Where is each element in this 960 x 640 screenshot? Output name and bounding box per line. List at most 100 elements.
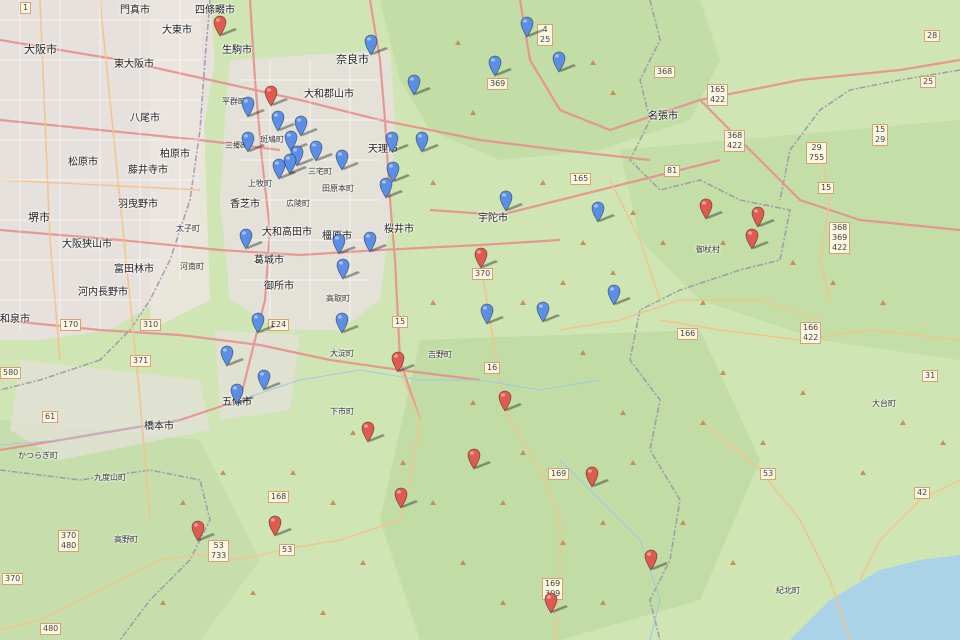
label-katsuragicho: かつらぎ町 xyxy=(18,451,58,460)
route-shield: 1 xyxy=(20,2,32,14)
label-oyodo: 大淀町 xyxy=(330,349,354,358)
map-marker-blue-icon[interactable] xyxy=(363,230,389,262)
map-marker-red-icon[interactable] xyxy=(498,389,524,421)
route-shield: 368 422 xyxy=(724,130,746,152)
route-shield: 42 xyxy=(914,487,931,499)
label-nabari: 名張市 xyxy=(648,111,678,122)
route-shield: 169 xyxy=(548,468,570,480)
map-marker-blue-icon[interactable] xyxy=(385,130,411,162)
map-marker-blue-icon[interactable] xyxy=(520,15,546,47)
peak-icon xyxy=(400,460,406,465)
route-shield: 25 xyxy=(920,76,937,88)
peak-icon xyxy=(560,540,566,545)
map-marker-red-icon[interactable] xyxy=(361,420,387,452)
label-mitsue: 御杖村 xyxy=(696,245,720,254)
map-viewport[interactable]: 門真市 四條畷市 大東市 大阪市 生駒市 奈良市 東大阪市 大和郡山市 平群町 … xyxy=(0,0,960,640)
peak-icon xyxy=(460,560,466,565)
peak-icon xyxy=(430,300,436,305)
route-shield: 368 369 422 xyxy=(829,222,851,254)
label-fujiidera: 藤井寺市 xyxy=(128,165,168,176)
map-marker-blue-icon[interactable] xyxy=(488,54,514,86)
peak-icon xyxy=(680,520,686,525)
route-shield: 368 xyxy=(654,66,676,78)
map-marker-red-icon[interactable] xyxy=(394,486,420,518)
route-shield: 371 xyxy=(130,355,152,367)
map-marker-blue-icon[interactable] xyxy=(591,200,617,232)
map-marker-blue-icon[interactable] xyxy=(272,157,298,189)
map-marker-blue-icon[interactable] xyxy=(220,344,246,376)
label-kanan: 河南町 xyxy=(180,262,204,271)
map-marker-red-icon[interactable] xyxy=(467,447,493,479)
peak-icon xyxy=(430,180,436,185)
peak-icon xyxy=(430,500,436,505)
route-shield: 29 755 xyxy=(806,142,828,164)
label-kowai: 広陵町 xyxy=(286,199,310,208)
route-shield: 53 xyxy=(760,468,777,480)
route-shield: 81 xyxy=(664,165,681,177)
peak-icon xyxy=(520,300,526,305)
peak-icon xyxy=(350,430,356,435)
map-marker-blue-icon[interactable] xyxy=(241,130,267,162)
peak-icon xyxy=(455,40,461,45)
map-marker-blue-icon[interactable] xyxy=(552,50,578,82)
label-kashiba: 香芝市 xyxy=(230,199,260,210)
route-shield: 15 xyxy=(392,316,409,328)
map-marker-blue-icon[interactable] xyxy=(257,368,283,400)
map-marker-blue-icon[interactable] xyxy=(309,139,335,171)
map-marker-blue-icon[interactable] xyxy=(335,148,361,180)
label-kudoyama: 九度山町 xyxy=(94,473,126,482)
peak-icon xyxy=(500,600,506,605)
map-marker-blue-icon[interactable] xyxy=(241,95,267,127)
peak-icon xyxy=(520,450,526,455)
map-marker-red-icon[interactable] xyxy=(644,548,670,580)
peak-icon xyxy=(610,270,616,275)
map-marker-blue-icon[interactable] xyxy=(230,382,256,414)
map-marker-red-icon[interactable] xyxy=(699,197,725,229)
route-shield: 166 422 xyxy=(800,322,822,344)
map-marker-blue-icon[interactable] xyxy=(480,302,506,334)
map-marker-blue-icon[interactable] xyxy=(251,311,277,343)
peak-icon xyxy=(290,470,296,475)
map-marker-blue-icon[interactable] xyxy=(364,33,390,65)
map-marker-blue-icon[interactable] xyxy=(499,189,525,221)
label-yoshino: 吉野町 xyxy=(428,350,452,359)
map-marker-red-icon[interactable] xyxy=(585,465,611,497)
map-marker-blue-icon[interactable] xyxy=(335,311,361,343)
label-ikoma: 生駒市 xyxy=(222,45,252,56)
label-osaka: 大阪市 xyxy=(24,43,57,56)
route-shield: 370 480 xyxy=(58,530,80,552)
map-marker-red-icon[interactable] xyxy=(391,350,417,382)
map-marker-blue-icon[interactable] xyxy=(379,176,405,208)
map-marker-red-icon[interactable] xyxy=(213,14,239,46)
route-shield: 170 xyxy=(60,319,82,331)
peak-icon xyxy=(880,300,886,305)
peak-icon xyxy=(860,470,866,475)
route-shield: 580 xyxy=(0,367,22,379)
label-habikino: 羽曳野市 xyxy=(118,199,158,210)
map-marker-blue-icon[interactable] xyxy=(415,130,441,162)
map-marker-red-icon[interactable] xyxy=(191,519,217,551)
map-marker-red-icon[interactable] xyxy=(745,227,771,259)
label-kihoku: 紀北町 xyxy=(776,586,800,595)
map-marker-red-icon[interactable] xyxy=(474,246,500,278)
label-yamatotakada: 大和高田市 xyxy=(262,227,312,238)
label-tawaramoto: 田原本町 xyxy=(322,184,354,193)
map-marker-blue-icon[interactable] xyxy=(336,257,362,289)
peak-icon xyxy=(220,470,226,475)
route-shield: 166 xyxy=(677,328,699,340)
peak-icon xyxy=(360,560,366,565)
peak-icon xyxy=(330,500,336,505)
peak-icon xyxy=(610,90,616,95)
map-marker-red-icon[interactable] xyxy=(268,514,294,546)
label-higashiosaka: 東大阪市 xyxy=(114,59,154,70)
label-kashiwara: 柏原市 xyxy=(160,149,190,160)
map-marker-red-icon[interactable] xyxy=(544,591,570,623)
map-marker-blue-icon[interactable] xyxy=(407,73,433,105)
map-marker-blue-icon[interactable] xyxy=(607,283,633,315)
peak-icon xyxy=(250,590,256,595)
map-marker-blue-icon[interactable] xyxy=(239,227,265,259)
map-marker-blue-icon[interactable] xyxy=(536,300,562,332)
label-tondabayashi: 富田林市 xyxy=(114,264,154,275)
label-gose: 御所市 xyxy=(264,281,294,292)
peak-icon xyxy=(580,240,586,245)
